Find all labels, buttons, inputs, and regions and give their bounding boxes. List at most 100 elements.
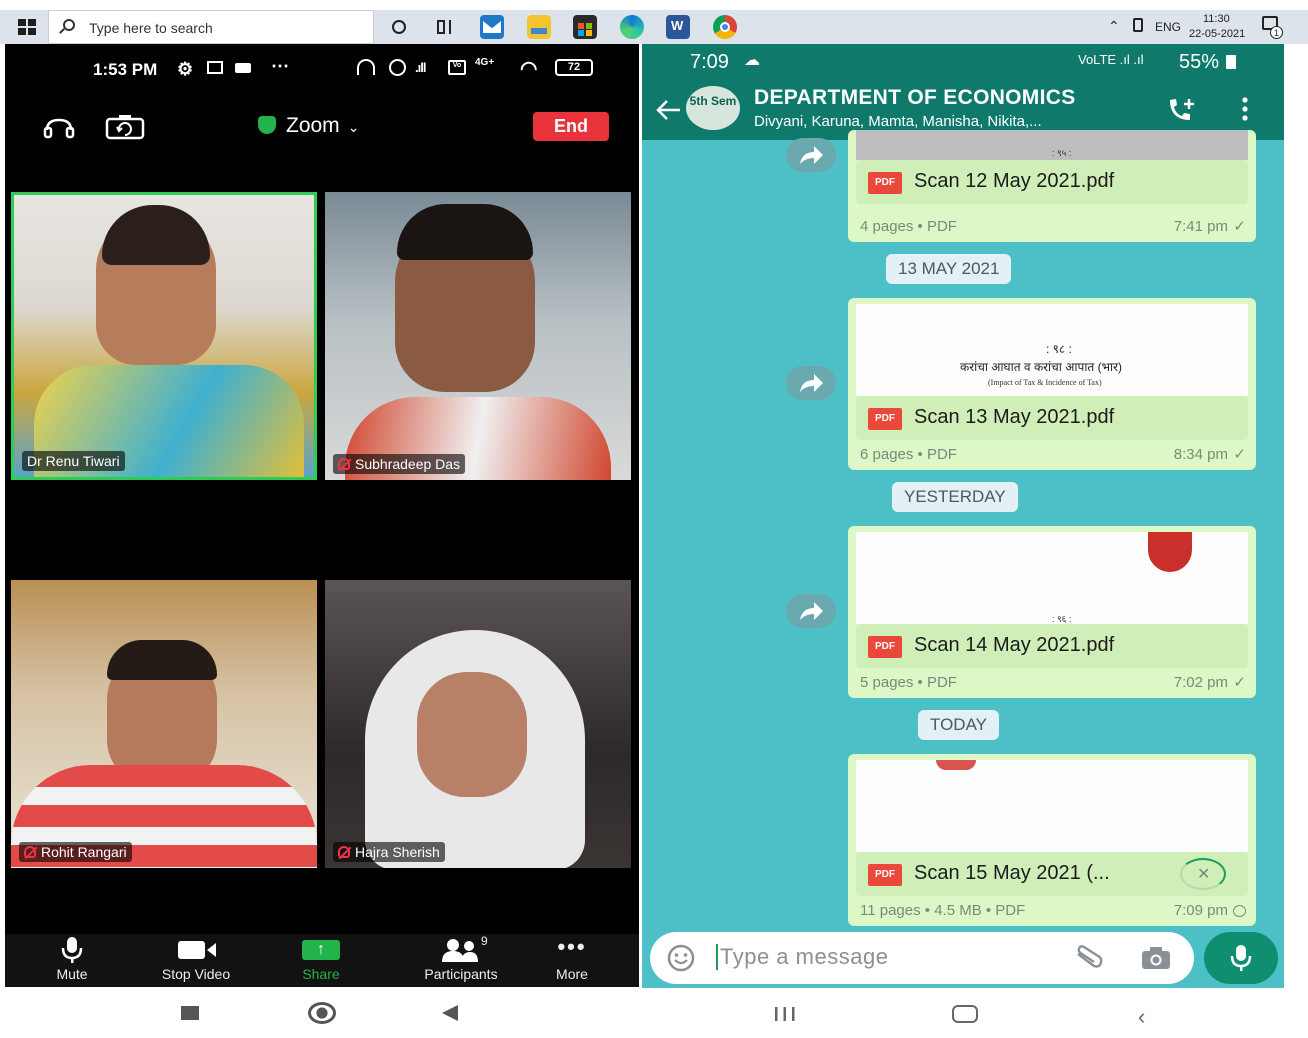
file-attachment[interactable]: PDF Scan 15 May 2021 (... ✕ [856, 852, 1248, 896]
participant-video-tile[interactable]: Dr Renu Tiwari [11, 192, 317, 480]
chrome-icon[interactable] [713, 15, 737, 39]
home-icon[interactable] [952, 1005, 978, 1023]
speaker-toggle-icon[interactable] [43, 116, 75, 140]
clock-date[interactable]: 22-05-2021 [1189, 28, 1245, 40]
participant-name-label: Hajra Sherish [333, 842, 445, 862]
video-camera-icon [178, 941, 216, 959]
message-bubble[interactable]: : ९६ : PDF Scan 14 May 2021.pdf 5 pages … [848, 526, 1256, 698]
cortana-icon[interactable] [388, 15, 412, 39]
windows-taskbar: Type here to search W ⌃ ENG 11:30 22-05-… [0, 10, 1308, 44]
file-attachment[interactable]: PDF Scan 12 May 2021.pdf [856, 160, 1248, 204]
4g-signal-icon: 4G+ [475, 57, 495, 68]
participants-button[interactable]: 9 Participants [391, 934, 531, 987]
store-icon[interactable] [573, 15, 597, 39]
zoom-meeting-title[interactable]: Zoom ⌄ [258, 114, 359, 142]
message-bubble[interactable]: : ९५ : PDF Scan 12 May 2021.pdf 4 pages … [848, 130, 1256, 242]
encryption-shield-icon [258, 116, 276, 134]
more-button[interactable]: ••• More [517, 934, 627, 987]
participant-video-tile[interactable]: Hajra Sherish [325, 580, 631, 868]
pdf-thumbnail: : ९८ : करांचा आघात व करांचा आपात (भार) (… [856, 304, 1248, 396]
thumbnail-page-number: : ९८ : [1046, 342, 1072, 356]
participant-name-text: Subhradeep Das [355, 456, 461, 472]
mute-button[interactable]: Mute [17, 934, 127, 987]
edge-browser-icon[interactable] [620, 15, 644, 39]
message-bubble[interactable]: PDF Scan 15 May 2021 (... ✕ 11 pages • 4… [848, 754, 1256, 926]
share-arrow-icon: ↑ [302, 940, 340, 960]
switch-camera-icon[interactable] [105, 114, 145, 140]
participants-icon [442, 939, 478, 962]
mic-muted-icon [338, 846, 350, 858]
message-input[interactable]: Type a message [716, 944, 888, 970]
recent-apps-icon[interactable] [181, 1006, 199, 1020]
participant-video-tile[interactable]: Rohit Rangari [11, 580, 317, 868]
forward-button[interactable] [786, 138, 836, 172]
zoom-meeting-screen: 1:53 PM ⚙ ⋯ .ıll Vo 4G+ ◠ 72 Zoom ⌄ End D… [5, 44, 639, 987]
task-view-icon[interactable] [433, 15, 457, 39]
clock-time[interactable]: 11:30 [1203, 13, 1230, 25]
thumbnail-subheading: (Impact of Tax & Incidence of Tax) [988, 378, 1102, 387]
group-avatar[interactable]: 5th Sem [686, 86, 740, 130]
pdf-thumbnail [856, 760, 1248, 852]
group-name[interactable]: DEPARTMENT OF ECONOMICS [754, 86, 1076, 110]
recent-apps-icon[interactable] [774, 1006, 796, 1022]
signal-icon: .ıll [415, 60, 426, 75]
forward-button[interactable] [786, 366, 836, 400]
mic-muted-icon [24, 846, 36, 858]
word-icon[interactable]: W [666, 15, 690, 39]
file-meta: 5 pages • PDF [860, 674, 957, 691]
message-bubble[interactable]: : ९८ : करांचा आघात व करांचा आपात (भार) (… [848, 298, 1256, 470]
back-icon[interactable] [442, 1005, 458, 1021]
close-icon: ✕ [1197, 866, 1211, 883]
back-arrow-icon[interactable] [654, 98, 682, 122]
home-icon[interactable] [308, 1002, 336, 1024]
tray-chevron-up-icon[interactable]: ⌃ [1108, 18, 1120, 35]
sent-check-icon: ✓ [1233, 218, 1246, 235]
group-members[interactable]: Divyani, Karuna, Mamta, Manisha, Nikita,… [754, 113, 1042, 130]
file-attachment[interactable]: PDF Scan 13 May 2021.pdf [856, 396, 1248, 440]
share-button[interactable]: ↑ Share [266, 934, 376, 987]
voice-record-button[interactable] [1204, 932, 1278, 984]
language-indicator[interactable]: ENG [1155, 20, 1181, 34]
forward-icon [800, 146, 823, 164]
participant-name-label: Dr Renu Tiwari [22, 451, 125, 471]
microphone-icon [1230, 945, 1252, 971]
wa-status-time: 7:09 [690, 51, 729, 73]
thumbnail-finger [936, 760, 976, 770]
settings-gear-icon: ⚙ [177, 59, 194, 79]
file-explorer-icon[interactable] [527, 15, 551, 39]
participant-video-tile[interactable]: Subhradeep Das [325, 192, 631, 480]
end-meeting-button[interactable]: End [533, 112, 609, 141]
date-separator: TODAY [918, 710, 999, 740]
mail-icon[interactable] [480, 15, 504, 39]
windows-start-icon[interactable] [18, 19, 36, 35]
attach-paperclip-icon[interactable] [1074, 944, 1104, 972]
participant-name-text: Rohit Rangari [41, 844, 127, 860]
stop-video-button[interactable]: Stop Video [141, 934, 251, 987]
search-icon [63, 19, 75, 31]
sent-check-icon: ✓ [1233, 446, 1246, 463]
file-meta: 6 pages • PDF [860, 446, 957, 463]
file-attachment[interactable]: PDF Scan 14 May 2021.pdf [856, 624, 1248, 668]
emoji-icon[interactable] [666, 944, 696, 972]
back-icon[interactable]: ‹ [1138, 1004, 1145, 1030]
thumbnail-finger [1148, 532, 1192, 572]
forward-button[interactable] [786, 594, 836, 628]
pdf-icon: PDF [868, 864, 902, 886]
video-status-icon [235, 63, 251, 73]
whatsapp-chat-screen: 7:09 ☁ VoLTE .ıl .ıl 55% 5th Sem DEPARTM… [642, 44, 1284, 988]
participant-name-label: Rohit Rangari [19, 842, 132, 862]
forward-icon [800, 602, 823, 620]
microphone-icon [61, 937, 83, 963]
cancel-upload-button[interactable]: ✕ [1180, 858, 1226, 890]
pdf-icon: PDF [868, 636, 902, 658]
more-vertical-icon[interactable] [1242, 96, 1248, 122]
camera-icon[interactable] [1140, 945, 1172, 971]
network-icon[interactable] [1133, 18, 1143, 32]
share-label: Share [302, 966, 340, 982]
volte-icon: Vo [448, 60, 466, 75]
add-call-icon[interactable] [1166, 96, 1198, 124]
weather-icon: ☁ [744, 52, 760, 69]
taskbar-search-placeholder: Type here to search [89, 20, 213, 36]
taskbar-search-box[interactable]: Type here to search [48, 10, 374, 44]
participant-hair [102, 205, 210, 265]
